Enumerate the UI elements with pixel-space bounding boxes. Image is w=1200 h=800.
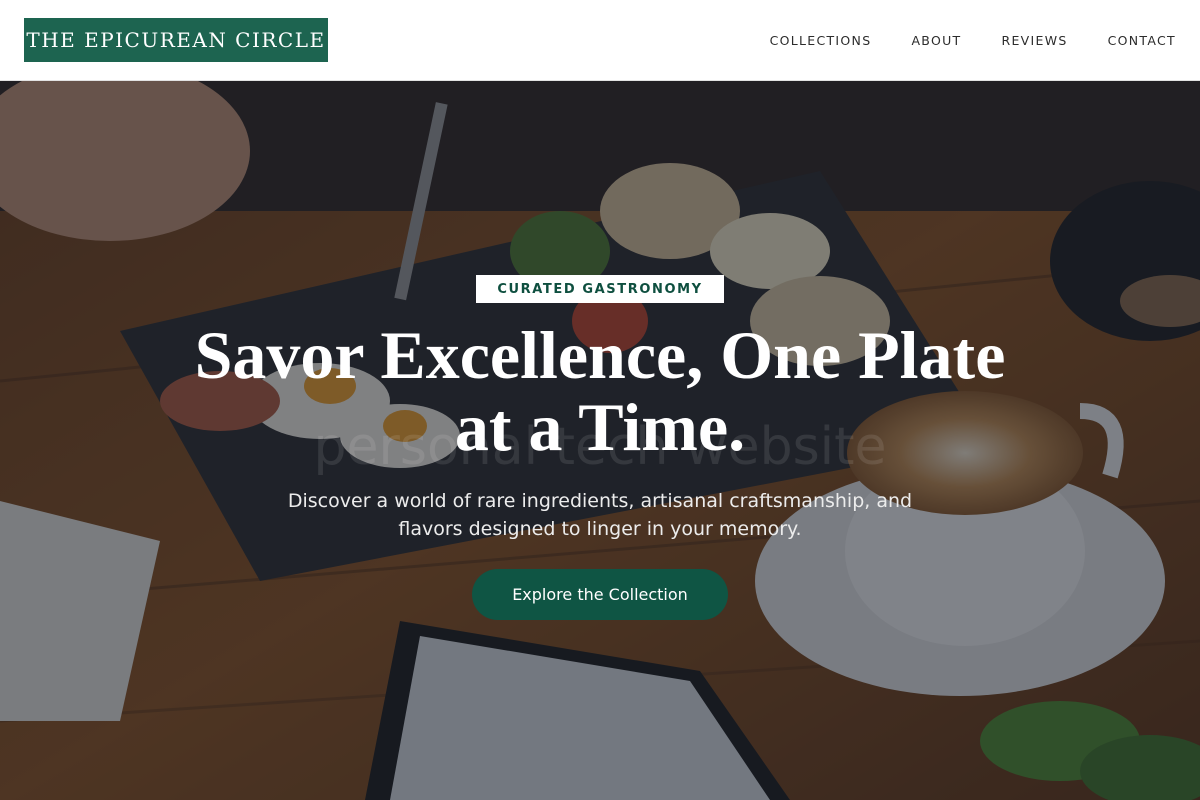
site-header: THE EPICUREAN CIRCLE COLLECTIONS ABOUT R… (0, 0, 1200, 81)
nav-link-collections[interactable]: COLLECTIONS (770, 33, 872, 48)
hero-badge: CURATED GASTRONOMY (476, 275, 724, 303)
hero-title-line-2: at a Time. (454, 389, 746, 465)
site-logo[interactable]: THE EPICUREAN CIRCLE (24, 18, 328, 62)
explore-collection-button[interactable]: Explore the Collection (472, 569, 728, 620)
hero-subtitle: Discover a world of rare ingredients, ar… (260, 487, 940, 543)
main-nav: COLLECTIONS ABOUT REVIEWS CONTACT (730, 0, 1176, 80)
hero-title: Savor Excellence, One Plate at a Time. (120, 319, 1080, 463)
hero-subtitle-line-1: Discover a world of rare ingredients, ar… (287, 490, 913, 512)
nav-link-about[interactable]: ABOUT (911, 33, 961, 48)
hero-subtitle-line-2: flavors designed to linger in your memor… (398, 518, 802, 540)
nav-link-reviews[interactable]: REVIEWS (1001, 33, 1067, 48)
nav-link-contact[interactable]: CONTACT (1108, 33, 1176, 48)
hero-section: personal tech website CURATED GASTRONOMY… (0, 81, 1200, 800)
hero-title-line-1: Savor Excellence, One Plate (194, 317, 1006, 393)
